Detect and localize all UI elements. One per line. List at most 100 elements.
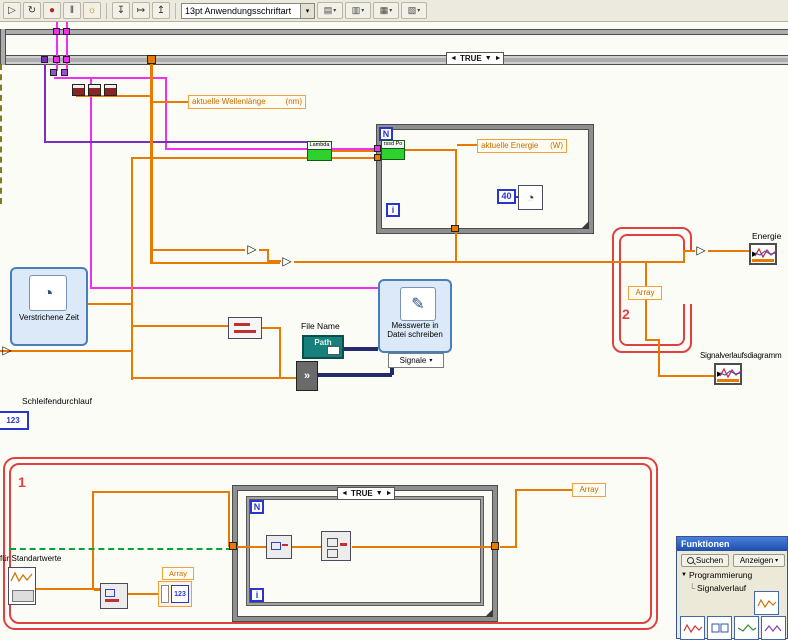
step-out-button[interactable]: ↥ — [152, 2, 170, 19]
palette-icon[interactable] — [761, 616, 786, 640]
elapsed-time-express-vi[interactable]: ◔ Verstrichene Zeit — [10, 267, 88, 346]
wire-segment[interactable] — [36, 588, 100, 590]
wire-segment[interactable] — [352, 546, 494, 548]
wire-segment[interactable] — [683, 251, 685, 263]
case-next-button[interactable]: ► — [386, 490, 393, 497]
wire-segment[interactable] — [515, 489, 573, 491]
wire-dynamic-data[interactable] — [318, 373, 392, 377]
wait-metronome-node[interactable]: ◔ — [518, 185, 543, 210]
case-prev-button[interactable]: ◄ — [450, 55, 457, 62]
wire-segment[interactable] — [44, 64, 46, 143]
wire-segment[interactable] — [292, 546, 323, 548]
rssd-po-terminal[interactable]: rssd Po — [381, 140, 405, 160]
wire-segment[interactable] — [515, 489, 517, 548]
lambda-terminal[interactable]: Lambda — [307, 141, 332, 161]
numeric-indicator-123[interactable]: 123 — [0, 411, 29, 430]
signalverlaufsdiagramm-label[interactable]: Signalverlaufsdiagramm — [700, 352, 788, 361]
waveform-build-node[interactable] — [8, 567, 36, 605]
tunnel[interactable] — [41, 56, 48, 63]
wire-boolean-dashed[interactable] — [10, 548, 232, 550]
case-dropdown-button[interactable]: ▼ — [376, 490, 383, 497]
tunnel[interactable] — [229, 542, 237, 550]
wire-segment[interactable] — [457, 144, 477, 146]
reorder-button[interactable]: ▧ ▾ — [401, 2, 427, 19]
wire-segment[interactable] — [262, 327, 280, 329]
array-label-frame2[interactable]: Array — [628, 286, 662, 300]
wavelength-label[interactable]: aktuelle Wellenlänge (nm) — [188, 95, 306, 109]
wire-segment[interactable] — [228, 491, 230, 547]
tunnel[interactable] — [451, 225, 459, 232]
array-element-box[interactable]: 123 — [171, 585, 189, 603]
wire-segment[interactable] — [92, 491, 94, 590]
tunnel[interactable] — [147, 55, 156, 64]
palette-search-button[interactable]: Suchen — [681, 554, 729, 567]
tunnel[interactable] — [374, 154, 381, 161]
write-file-express-vi[interactable]: ✎ Messwerte in Datei schreiben — [378, 279, 452, 353]
wire-segment[interactable] — [150, 64, 153, 104]
distribute-objects-button[interactable]: ▥ ▾ — [345, 2, 371, 19]
index-array-node[interactable] — [100, 583, 128, 609]
wire-segment[interactable] — [152, 262, 280, 264]
signale-tab-dropdown-icon[interactable]: ▾ — [429, 357, 432, 364]
block-diagram-canvas[interactable]: ◄ TRUE ▼ ► aktuelle Wellenlänge (nm) akt… — [0, 0, 788, 640]
merge-signals-node[interactable]: » — [296, 361, 318, 391]
wire-dynamic-data[interactable] — [344, 347, 378, 351]
functions-palette-window[interactable]: Funktionen Suchen Anzeigen ▾ ▼ Programmi… — [676, 536, 788, 640]
wait-ms-constant[interactable]: 40 — [497, 189, 516, 204]
constant-box[interactable] — [88, 84, 101, 96]
resize-objects-button[interactable]: ▦ ▾ — [373, 2, 399, 19]
wire-segment[interactable] — [331, 150, 378, 152]
wire-segment[interactable] — [133, 377, 296, 379]
standartwerte-label[interactable]: für Standartwerte — [0, 554, 61, 564]
wire-segment[interactable] — [90, 77, 92, 289]
wire-segment[interactable] — [152, 249, 245, 251]
dashed-boolean-wire-left[interactable] — [0, 64, 2, 204]
palette-icon[interactable] — [707, 616, 732, 640]
loop-count-terminal[interactable]: N — [379, 127, 393, 141]
scaling-node[interactable] — [228, 317, 262, 339]
pause-button[interactable]: ‖ — [63, 2, 81, 19]
align-objects-button[interactable]: ▤ ▾ — [317, 2, 343, 19]
loop-resize-handle[interactable] — [581, 221, 589, 229]
operator-triangle-node[interactable]: ▷ — [245, 243, 259, 257]
array-label-bottom[interactable]: Array — [572, 483, 606, 497]
abort-button[interactable]: ● — [43, 2, 61, 19]
step-into-button[interactable]: ↧ — [112, 2, 130, 19]
energie-chart-terminal[interactable]: ▶ — [749, 243, 777, 265]
wire-segment[interactable] — [13, 350, 133, 352]
local-variable-square[interactable] — [50, 69, 57, 76]
range-coerce-node[interactable] — [266, 535, 292, 559]
build-array-node[interactable] — [321, 531, 351, 561]
tunnel[interactable] — [63, 56, 70, 63]
tunnel[interactable] — [63, 28, 70, 35]
constant-box[interactable] — [72, 84, 85, 96]
wire-segment[interactable] — [404, 149, 456, 151]
combo-dropdown-icon[interactable]: ▾ — [300, 3, 314, 18]
font-selector-combo[interactable]: 13pt Anwendungsschriftart ▾ — [181, 2, 315, 19]
file-name-label[interactable]: File Name — [301, 321, 340, 331]
case-dropdown-button[interactable]: ▼ — [485, 55, 492, 62]
signale-input-tab[interactable]: Signale ▾ — [388, 353, 444, 368]
wire-segment[interactable] — [645, 300, 647, 341]
wire-segment[interactable] — [645, 262, 647, 289]
local-variable-square[interactable] — [61, 69, 68, 76]
wire-segment[interactable] — [165, 77, 167, 150]
wire-segment[interactable] — [92, 491, 230, 493]
case-next-button[interactable]: ► — [495, 55, 502, 62]
wire-segment[interactable] — [658, 339, 660, 377]
wire-segment[interactable] — [133, 325, 228, 327]
palette-icon-signalverlauf[interactable] — [754, 591, 779, 615]
case-structure-top-border[interactable] — [0, 55, 788, 65]
operator-triangle-node[interactable]: ▷ — [694, 244, 708, 258]
wire-segment[interactable] — [88, 303, 133, 305]
run-continuous-button[interactable]: ↻ — [23, 2, 41, 19]
structure-left-border[interactable] — [0, 29, 6, 65]
wire-segment[interactable] — [279, 327, 281, 377]
wire-segment[interactable] — [152, 101, 190, 103]
array-index-box[interactable] — [161, 585, 169, 603]
inner-case-selector[interactable]: ◄ TRUE ▼ ► — [337, 487, 395, 500]
wire-segment[interactable] — [237, 546, 267, 548]
path-control[interactable]: Path — [302, 335, 344, 359]
path-browse-box[interactable] — [327, 346, 340, 355]
operator-triangle-node[interactable]: ▷ — [0, 344, 14, 358]
